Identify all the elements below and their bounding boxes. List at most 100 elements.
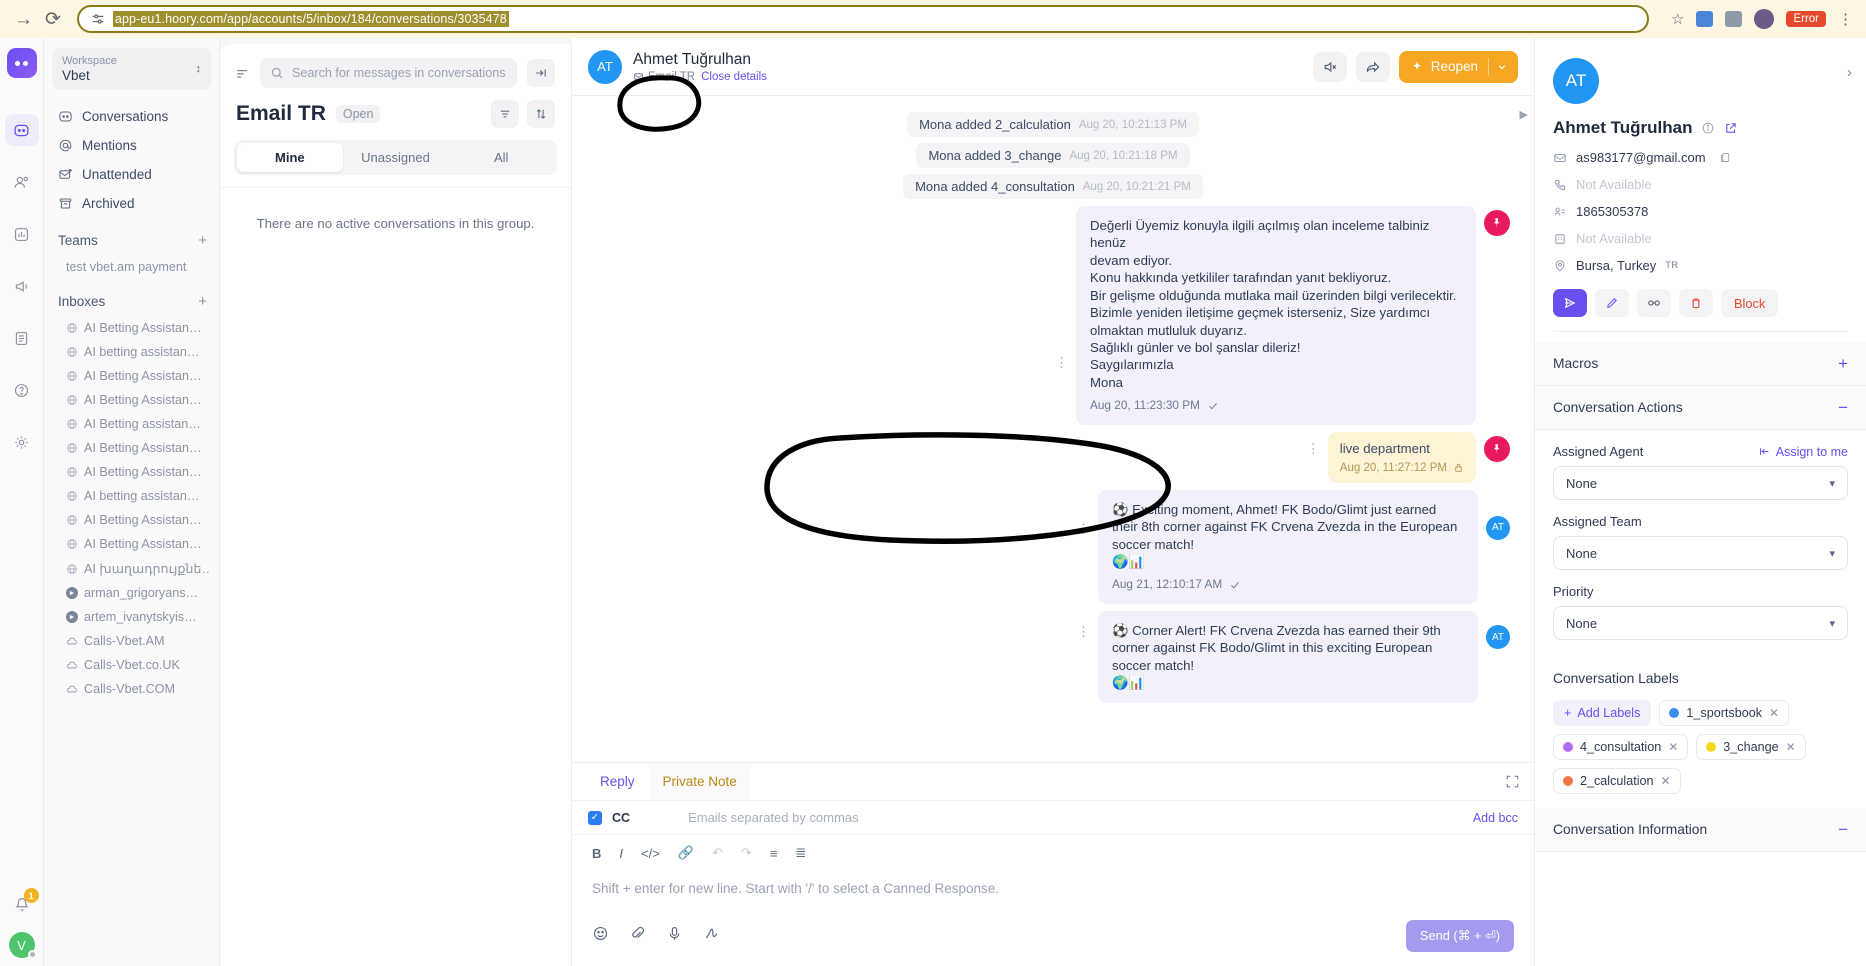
knowledge-base-rail-icon[interactable] [5,322,39,354]
edit-pencil-icon[interactable] [1595,289,1629,317]
reports-rail-icon[interactable] [5,218,39,250]
info-circle-icon[interactable] [1701,121,1715,135]
add-bcc-link[interactable]: Add bcc [1473,811,1518,825]
sidebar-inbox-item[interactable]: AI betting assistan… [52,340,211,364]
sidebar-inbox-item[interactable]: AI Betting Assistan… [52,508,211,532]
message-list[interactable]: ▶ Mona added 2_calculation Aug 20, 10:21… [572,96,1534,762]
macros-section-header[interactable]: Macros + [1535,342,1866,386]
sidebar-item-unattended[interactable]: Unattended [52,160,211,189]
chevron-updown-icon[interactable]: ↕ [196,63,202,75]
sort-updown-icon[interactable] [527,100,555,128]
message-input[interactable]: Shift + enter for new line. Start with '… [572,871,1534,910]
link-icon[interactable]: 🔗 [678,845,694,861]
assigned-agent-select[interactable]: None ▾ [1553,466,1848,500]
share-arrow-icon[interactable] [1355,51,1390,82]
conversations-rail-icon[interactable] [4,114,39,146]
sidebar-team-item[interactable]: test vbet.am payment [52,255,211,279]
hoory-logo[interactable] [6,48,37,78]
open-external-icon[interactable] [1724,121,1738,135]
add-team-icon[interactable]: + [198,232,207,249]
sidebar-inbox-item[interactable]: AI Betting Assistan… [52,436,211,460]
contacts-rail-icon[interactable] [5,166,39,198]
sidebar-item-archived[interactable]: Archived [52,189,211,218]
sidebar-inbox-item[interactable]: AI Betting Assistan… [52,388,211,412]
close-details-link[interactable]: Close details [701,71,767,83]
message-menu-icon[interactable]: ⋮ [1077,625,1090,638]
chevron-right-icon[interactable]: › [1847,64,1852,81]
sidebar-inbox-item[interactable]: AI Betting Assistan… [52,364,211,388]
search-input[interactable]: Search for messages in conversations [260,58,517,88]
send-button[interactable]: Send (⌘ + ⏎) [1405,920,1514,952]
mute-speaker-icon[interactable] [1312,51,1347,82]
merge-contact-icon[interactable] [1637,289,1671,317]
remove-label-icon[interactable]: ✕ [1661,774,1671,788]
copy-icon[interactable] [1719,151,1732,164]
sort-lines-icon[interactable] [234,65,250,81]
tab-reply[interactable]: Reply [586,763,649,800]
sidebar-inbox-item[interactable]: Calls-Vbet.COM [52,677,211,701]
delete-trash-icon[interactable] [1679,289,1713,317]
microphone-icon[interactable] [666,925,683,947]
help-rail-icon[interactable] [5,374,39,406]
chevron-down-icon[interactable] [1496,61,1508,73]
italic-icon[interactable]: I [619,846,623,861]
remove-label-icon[interactable]: ✕ [1786,740,1796,754]
sidebar-inbox-item[interactable]: ► arman_grigoryans… [52,581,211,605]
workspace-switcher[interactable]: Workspace Vbet ↕ [52,48,211,90]
emoji-icon[interactable] [592,925,609,947]
tab-all[interactable]: All [448,143,554,172]
tab-private-note[interactable]: Private Note [648,763,751,800]
sidebar-inbox-item[interactable]: AI խաղադրույքնե… [52,556,211,581]
bullet-list-icon[interactable]: ≡ [770,846,778,861]
address-bar[interactable]: app-eu1.hoory.com/app/accounts/5/inbox/1… [76,5,1649,33]
sidebar-inbox-item[interactable]: AI betting assistan… [52,484,211,508]
bold-icon[interactable]: B [592,846,601,861]
collapse-information-icon[interactable]: − [1838,821,1848,838]
code-icon[interactable]: </> [641,846,660,861]
kebab-menu-icon[interactable]: ⋮ [1838,10,1853,28]
forward-arrow-icon[interactable]: → [14,10,33,29]
pin-message-button[interactable] [1484,210,1510,236]
sidebar-item-conversations[interactable]: Conversations [52,102,211,131]
user-avatar[interactable]: V [8,932,37,959]
filter-icon[interactable] [491,100,519,128]
notifications-bell[interactable]: 1 [13,888,39,918]
sidebar-item-mentions[interactable]: Mentions [52,131,211,160]
signature-icon[interactable] [703,925,720,947]
reload-icon[interactable]: ⟳ [45,10,61,29]
sidebar-inbox-item[interactable]: AI Betting Assistan… [52,532,211,556]
tab-unassigned[interactable]: Unassigned [343,143,449,172]
sidebar-inbox-item[interactable]: AI Betting Assistan… [52,460,211,484]
sidebar-inbox-item[interactable]: AI Betting assistan… [52,412,211,436]
site-settings-icon[interactable] [91,12,105,26]
sidebar-inbox-item[interactable]: Calls-Vbet.AM [52,629,211,653]
avatar[interactable] [1754,9,1775,29]
sidebar-inbox-item[interactable]: AI Betting Assistan… [52,316,211,340]
add-labels-button[interactable]: + Add Labels [1553,700,1652,726]
send-icon[interactable] [1553,289,1587,317]
attachment-icon[interactable] [629,925,646,947]
sidebar-inbox-item[interactable]: ► artem_ivanytskyis… [52,605,211,629]
conversation-information-header[interactable]: Conversation Information − [1535,808,1866,852]
assign-to-me-button[interactable]: Assign to me [1758,445,1848,459]
extension-icon-1[interactable] [1696,11,1714,27]
star-icon[interactable]: ☆ [1671,10,1684,28]
message-menu-icon[interactable]: ⋮ [1307,442,1320,455]
numbered-list-icon[interactable]: ≣ [795,845,806,861]
message-menu-icon[interactable]: ⋮ [1077,522,1090,535]
assigned-team-select[interactable]: None ▾ [1553,536,1848,570]
redo-icon[interactable]: ↷ [741,845,752,861]
conversation-actions-header[interactable]: Conversation Actions − [1535,386,1866,430]
campaigns-rail-icon[interactable] [5,270,39,302]
reopen-button[interactable]: Reopen [1398,50,1518,83]
pin-message-button[interactable] [1484,435,1510,462]
remove-label-icon[interactable]: ✕ [1668,740,1678,754]
cc-input[interactable]: Emails separated by commas [640,810,1463,825]
collapse-panel-icon[interactable] [527,59,555,87]
extension-icon-2[interactable] [1725,11,1743,27]
tab-mine[interactable]: Mine [237,143,343,172]
undo-icon[interactable]: ↶ [712,845,723,861]
block-contact-button[interactable]: Block [1721,289,1779,317]
sidebar-inbox-item[interactable]: Calls-Vbet.co.UK [52,653,211,677]
status-badge[interactable]: Error [1786,11,1826,27]
